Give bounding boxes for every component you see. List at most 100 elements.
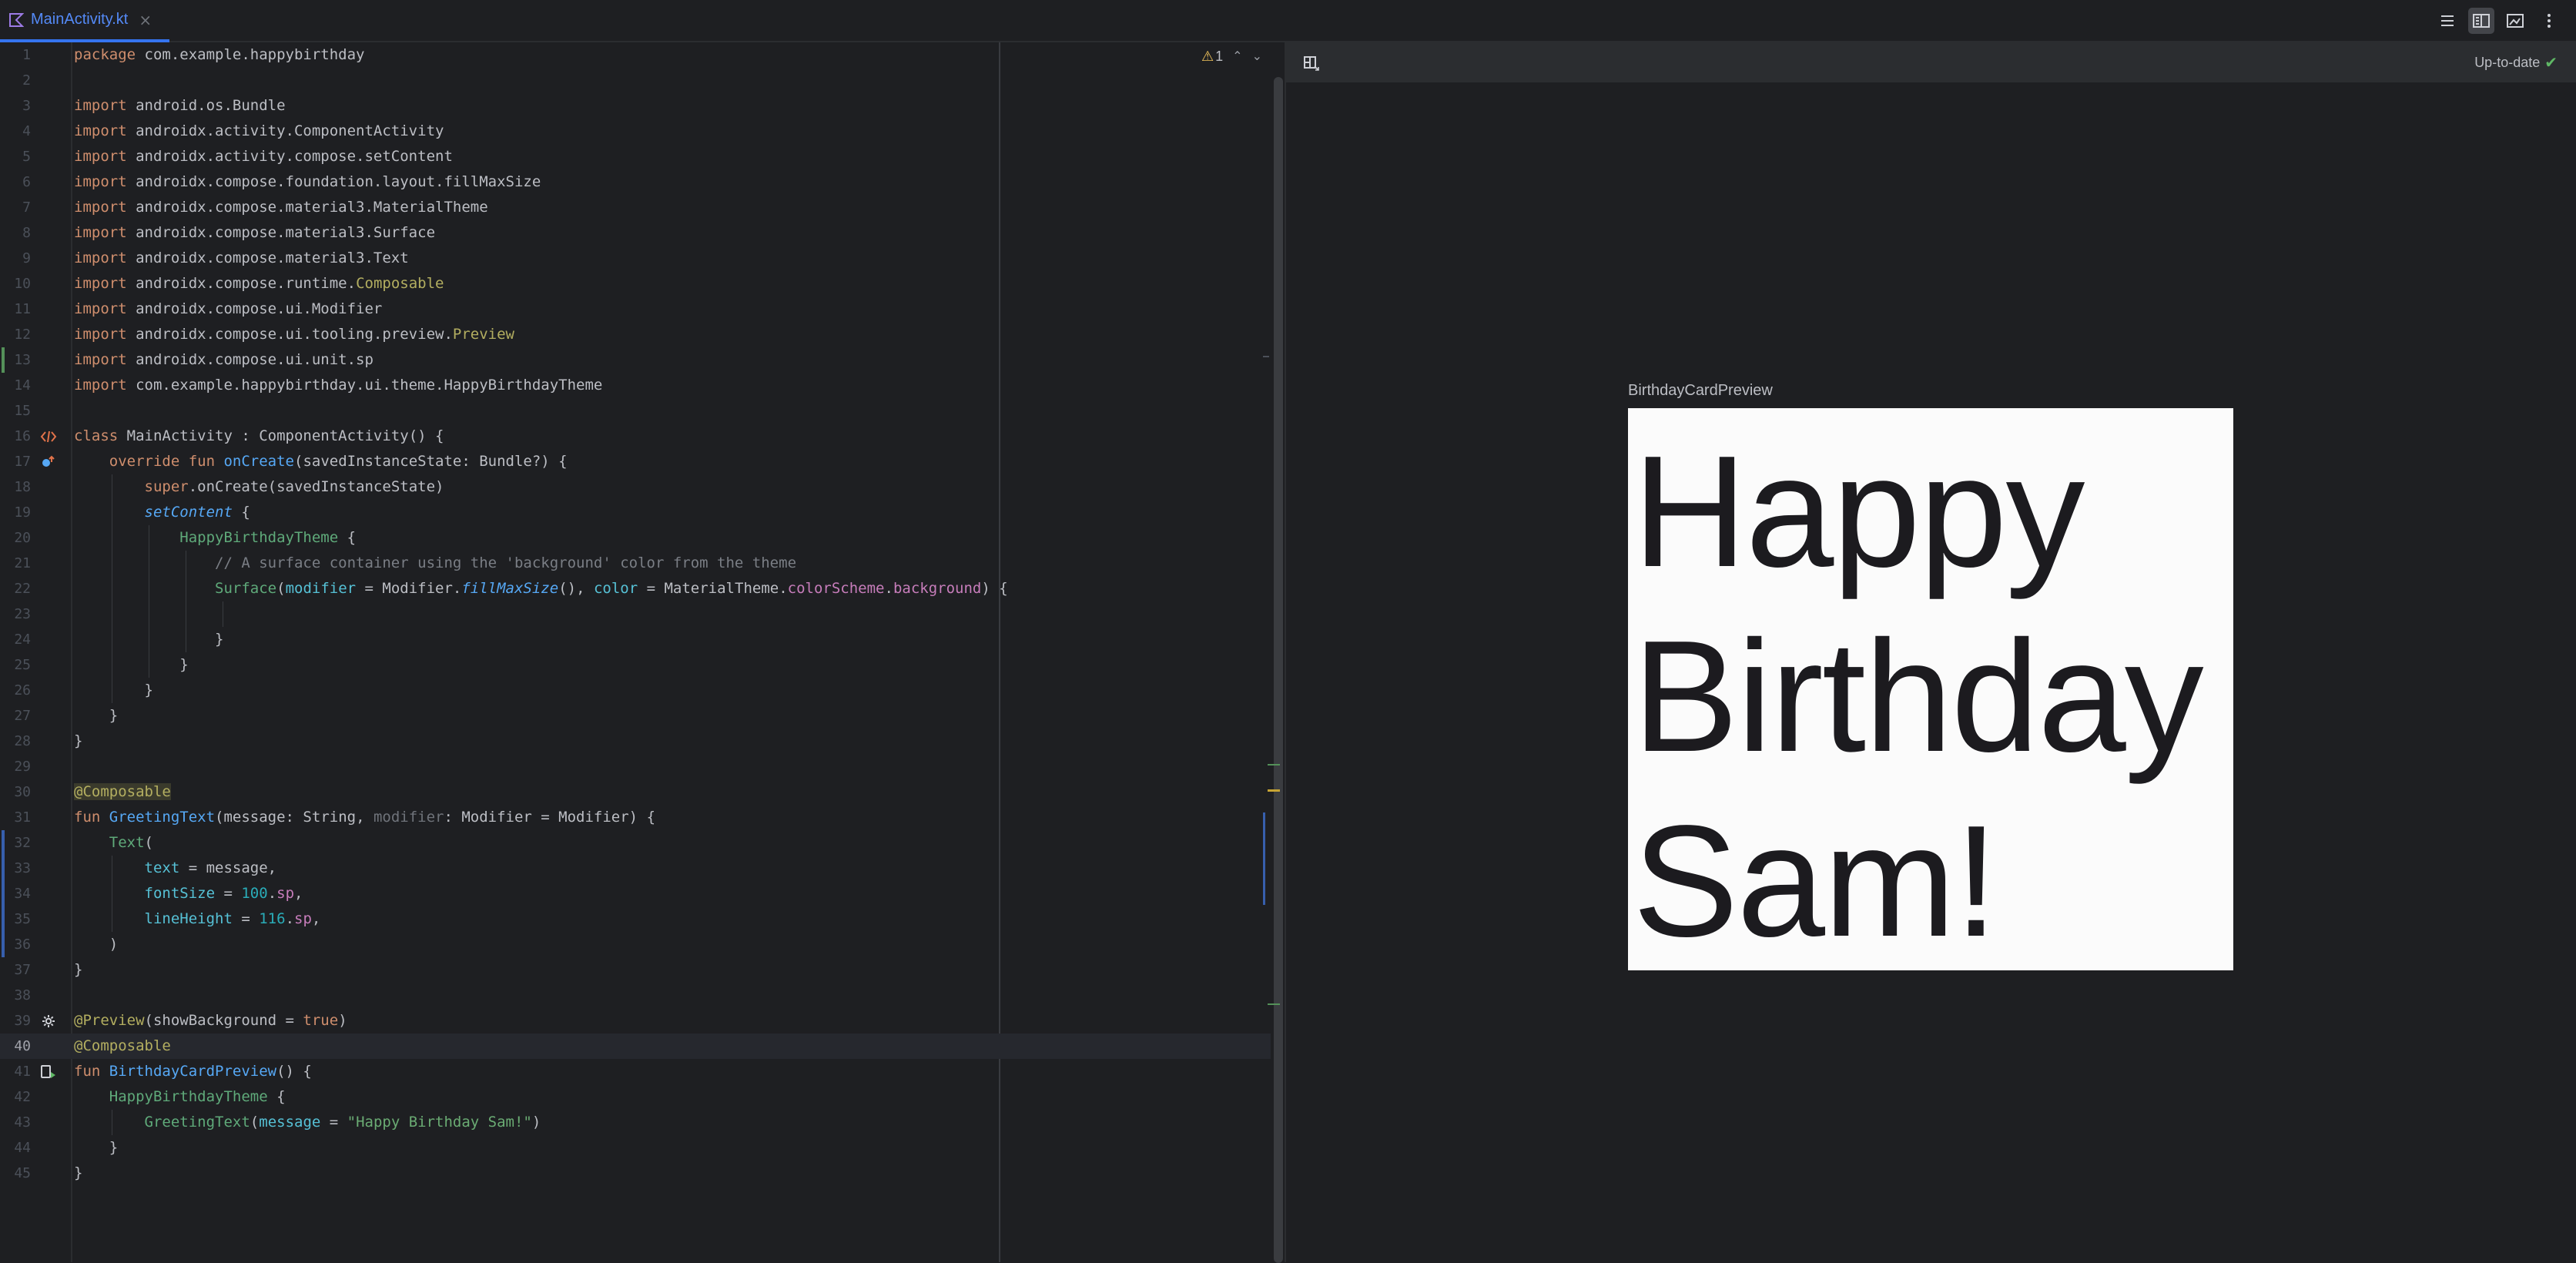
scroll-mark [1268, 789, 1280, 792]
code-token: background [893, 580, 982, 597]
code-line[interactable]: 41 fun BirthdayCardPreview() { [0, 1059, 1271, 1084]
code-line[interactable]: 11 import androidx.compose.ui.Modifier [0, 296, 1271, 322]
code-line[interactable]: 3 import android.os.Bundle [0, 93, 1271, 119]
code-line[interactable]: 40 @Composable [0, 1034, 1271, 1059]
preview-card-title[interactable]: BirthdayCardPreview [1628, 382, 1773, 400]
code-line[interactable]: 8 import androidx.compose.material3.Surfa… [0, 220, 1271, 246]
code-token: } [74, 656, 189, 673]
code-text: import androidx.compose.material3.Materi… [74, 195, 488, 220]
code-line[interactable]: 34 fontSize = 100.sp, [0, 881, 1271, 906]
line-number: 31 [14, 809, 31, 826]
code-token: : Modifier = Modifier) { [444, 809, 656, 826]
code-line[interactable]: 10 import androidx.compose.runtime.Compos… [0, 271, 1271, 296]
code-line[interactable]: 23 [0, 601, 1271, 627]
code-line[interactable]: 20 HappyBirthdayTheme { [0, 525, 1271, 551]
code-line[interactable]: 33 text = message, [0, 856, 1271, 881]
code-line[interactable]: 30 @Composable [0, 779, 1271, 805]
code-token: import [74, 326, 136, 343]
close-icon[interactable]: × [139, 11, 152, 29]
code-line[interactable]: 42 HappyBirthdayTheme { [0, 1084, 1271, 1110]
code-line[interactable]: 36 ) [0, 932, 1271, 957]
preview-card[interactable]: Happy Birthday Sam! [1628, 408, 2233, 970]
line-number: 18 [14, 479, 31, 495]
code-line[interactable]: 28} [0, 729, 1271, 754]
code-line[interactable]: 39 @Preview(showBackground = true) [0, 1008, 1271, 1034]
code-line[interactable]: 26 } [0, 678, 1271, 703]
vcs-change-marker[interactable] [2, 347, 5, 373]
editor-scrollbar[interactable] [1274, 77, 1283, 1263]
code-line[interactable]: 9 import androidx.compose.material3.Text [0, 246, 1271, 271]
code-line[interactable]: 5 import androidx.activity.compose.setCon… [0, 144, 1271, 169]
code-line[interactable]: 29 [0, 754, 1271, 779]
code-text: @Composable [74, 779, 171, 805]
scroll-mark [1268, 1003, 1280, 1005]
code-line[interactable]: 35 lineHeight = 116.sp, [0, 906, 1271, 932]
code-view-icon[interactable] [2434, 8, 2460, 34]
code-line[interactable]: 31 fun GreetingText(message: String, modi… [0, 805, 1271, 830]
code-line[interactable]: 22 Surface(modifier = Modifier.fillMaxSi… [0, 576, 1271, 601]
vcs-change-marker[interactable] [2, 830, 5, 856]
code-line[interactable]: 25 } [0, 652, 1271, 678]
tab-mainactivity[interactable]: MainActivity.kt × [0, 0, 169, 42]
code-line[interactable]: 12 import androidx.compose.ui.tooling.pre… [0, 322, 1271, 347]
code-editor[interactable]: ⚠ 1 ⌃ ⌄ 1 package com.example.happybirthd… [0, 42, 1285, 1263]
line-number: 2 [22, 72, 31, 89]
code-text: } [74, 1161, 82, 1186]
code-line[interactable]: 7 import androidx.compose.material3.Mater… [0, 195, 1271, 220]
scroll-mark [1263, 812, 1265, 905]
vcs-change-marker[interactable] [2, 856, 5, 881]
code-line[interactable]: 16 class MainActivity : ComponentActivity… [0, 424, 1271, 449]
run-preview-icon[interactable] [39, 1059, 59, 1084]
code-line[interactable]: 24 } [0, 627, 1271, 652]
code-line[interactable]: 15 [0, 398, 1271, 424]
override-method-icon[interactable] [39, 449, 59, 474]
code-line[interactable]: 6 import androidx.compose.foundation.layo… [0, 169, 1271, 195]
code-line[interactable]: 19 setContent { [0, 500, 1271, 525]
code-line[interactable]: 37} [0, 957, 1271, 983]
line-number: 42 [14, 1089, 31, 1105]
line-number: 3 [22, 98, 31, 114]
more-options-icon[interactable] [2536, 8, 2562, 34]
code-token: = MaterialTheme. [638, 580, 788, 597]
code-line[interactable]: 45} [0, 1161, 1271, 1186]
code-line[interactable]: 43 GreetingText(message = "Happy Birthda… [0, 1110, 1271, 1135]
preview-toolbar: Up-to-date ✔ [1286, 42, 2576, 82]
code-token: class [74, 427, 127, 444]
code-line[interactable]: 21 // A surface container using the 'bac… [0, 551, 1271, 576]
code-text: } [74, 1135, 118, 1161]
line-number: 24 [14, 632, 31, 648]
code-tag-icon[interactable] [39, 424, 59, 449]
code-line[interactable]: 2 [0, 68, 1271, 93]
code-text: setContent { [74, 500, 250, 525]
code-line[interactable]: 1 package com.example.happybirthday [0, 42, 1271, 68]
code-line[interactable]: 27 } [0, 703, 1271, 729]
code-line[interactable]: 38 [0, 983, 1271, 1008]
code-token: = message, [179, 859, 277, 876]
vcs-change-marker[interactable] [2, 906, 5, 932]
code-line[interactable]: 17 override fun onCreate(savedInstanceSt… [0, 449, 1271, 474]
gear-icon[interactable] [39, 1008, 59, 1034]
line-number: 10 [14, 276, 31, 292]
design-view-icon[interactable] [2502, 8, 2528, 34]
code-line[interactable]: 44 } [0, 1135, 1271, 1161]
code-line[interactable]: 32 Text( [0, 830, 1271, 856]
code-line[interactable]: 4 import androidx.activity.ComponentActiv… [0, 119, 1271, 144]
code-line[interactable]: 18 super.onCreate(savedInstanceState) [0, 474, 1271, 500]
code-line[interactable]: 13 import androidx.compose.ui.unit.sp [0, 347, 1271, 373]
line-number: 5 [22, 149, 31, 165]
line-number: 12 [14, 327, 31, 343]
vcs-change-marker[interactable] [2, 881, 5, 906]
code-token: (message: String, [215, 809, 374, 826]
code-token: fun [74, 1063, 109, 1080]
code-token: ) [531, 1114, 541, 1131]
code-token: } [74, 631, 224, 648]
code-line[interactable]: 14 import com.example.happybirthday.ui.th… [0, 373, 1271, 398]
preview-layout-icon[interactable] [1301, 53, 1321, 73]
split-view-icon[interactable] [2468, 8, 2494, 34]
code-text: } [74, 678, 153, 703]
vcs-change-marker[interactable] [2, 932, 5, 957]
